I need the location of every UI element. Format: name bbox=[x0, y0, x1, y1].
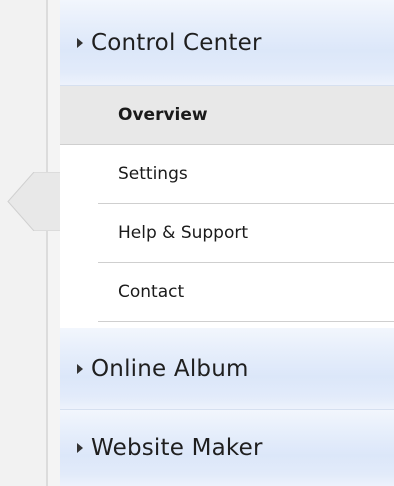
submenu-item-settings[interactable]: Settings bbox=[98, 145, 394, 204]
triangle-right-icon bbox=[77, 443, 83, 453]
sidebar-frame bbox=[0, 0, 46, 486]
submenu-item-contact[interactable]: Contact bbox=[98, 263, 394, 322]
submenu-item-help-support[interactable]: Help & Support bbox=[98, 204, 394, 263]
section-header-website-maker[interactable]: Website Maker bbox=[60, 410, 394, 486]
section-label: Control Center bbox=[91, 29, 262, 56]
submenu-item-label: Contact bbox=[118, 282, 185, 302]
sidebar-nav: Control Center Overview Settings Help & … bbox=[7, 0, 394, 486]
active-pointer-icon bbox=[7, 172, 60, 231]
submenu-item-overview[interactable]: Overview bbox=[60, 86, 394, 145]
triangle-right-icon bbox=[77, 37, 83, 48]
section-label: Online Album bbox=[91, 355, 249, 382]
submenu-item-label: Settings bbox=[118, 164, 188, 184]
triangle-right-icon bbox=[77, 363, 83, 374]
section-label: Website Maker bbox=[91, 435, 263, 461]
section-header-online-album[interactable]: Online Album bbox=[60, 328, 394, 410]
section-header-control-center[interactable]: Control Center bbox=[60, 0, 394, 86]
submenu-item-label: Overview bbox=[118, 105, 208, 125]
submenu-item-label: Help & Support bbox=[118, 223, 249, 243]
